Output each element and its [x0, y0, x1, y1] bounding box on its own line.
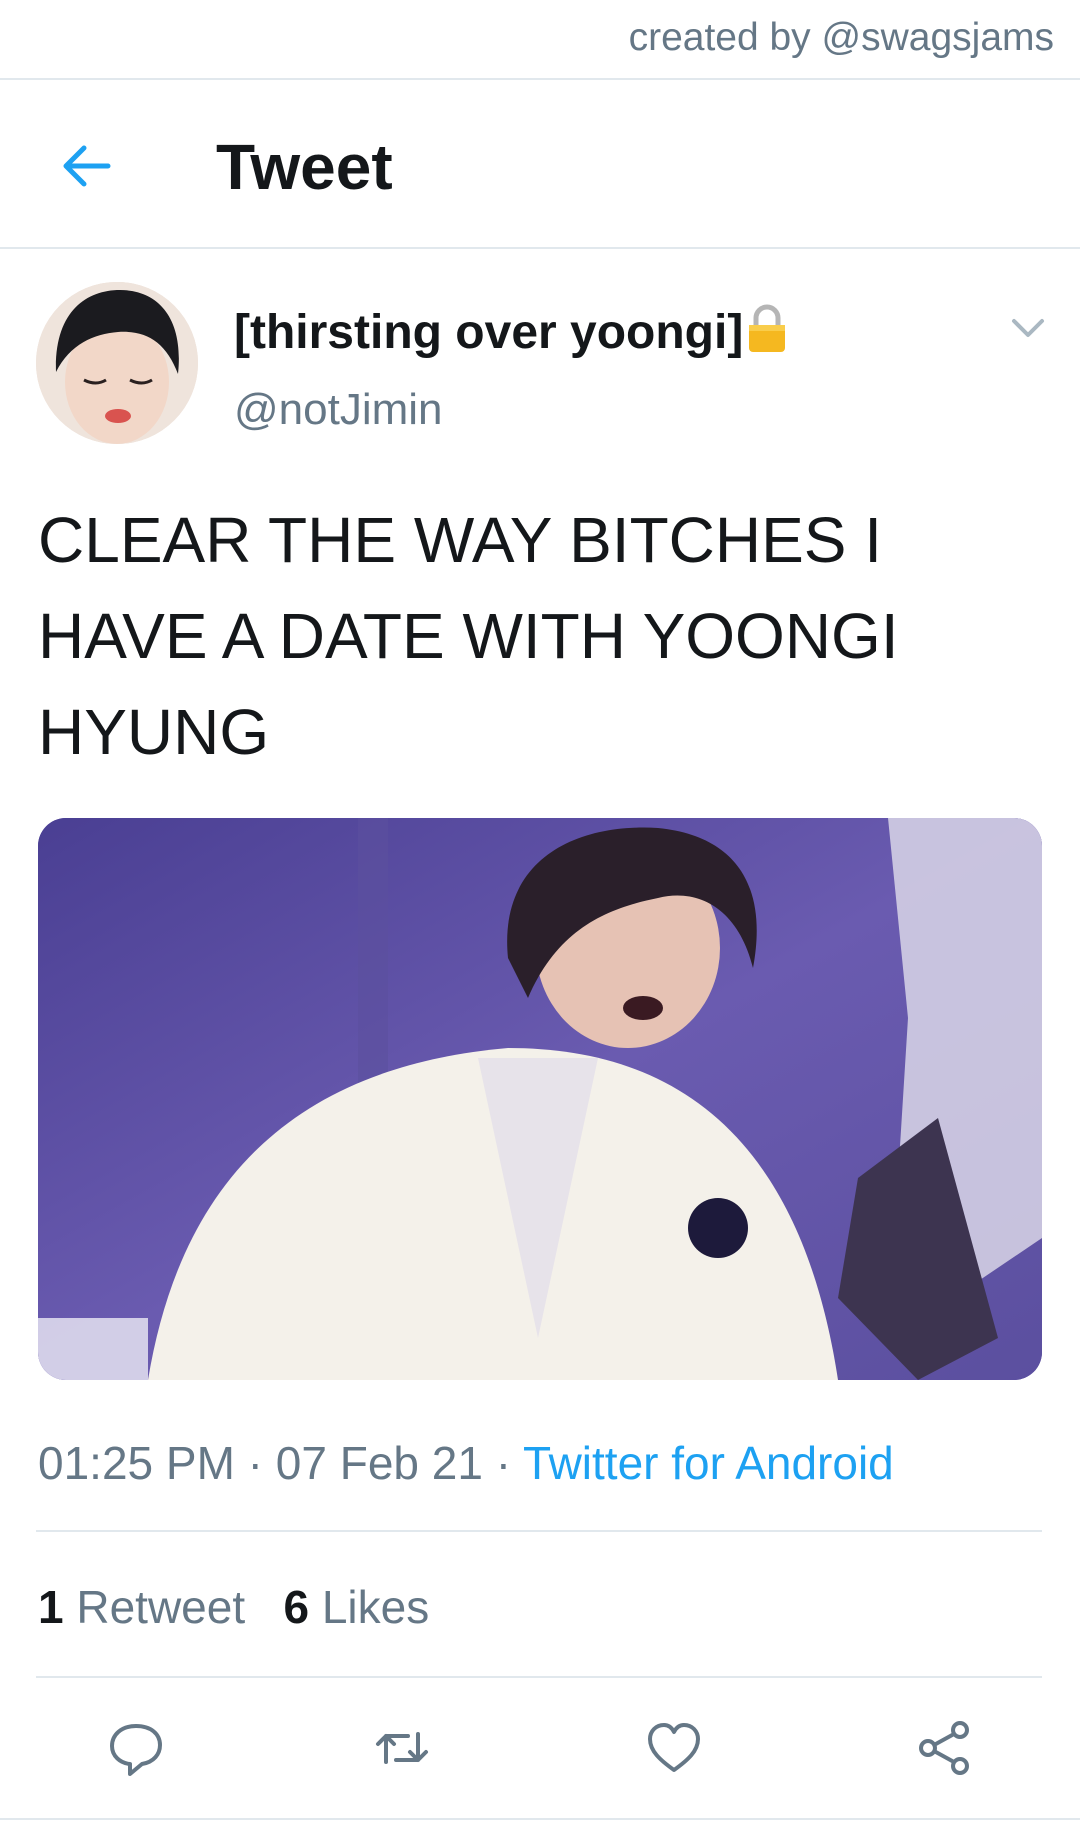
tweet-text-line: HAVE A DATE WITH YOONGI — [38, 600, 899, 672]
avatar-image — [36, 282, 198, 444]
appbar-divider — [0, 247, 1080, 249]
back-arrow-icon[interactable] — [58, 139, 112, 193]
media-illustration — [38, 818, 1042, 1380]
meta-divider — [36, 1530, 1042, 1532]
reply-icon[interactable] — [106, 1718, 166, 1778]
likes-label: Likes — [321, 1581, 430, 1633]
lock-icon — [749, 304, 786, 352]
tweet-media-image[interactable] — [38, 818, 1042, 1380]
tweet-text-line: HYUNG — [38, 696, 270, 768]
meta-dot: · — [482, 1437, 524, 1489]
tweet-time: 01:25 PM — [38, 1437, 235, 1489]
tweet-text: CLEAR THE WAY BITCHES I HAVE A DATE WITH… — [38, 492, 1048, 780]
likes-count: 6 — [283, 1581, 310, 1633]
tweet-text-line: CLEAR THE WAY BITCHES I — [38, 504, 883, 576]
user-handle[interactable]: @notJimin — [234, 385, 443, 435]
retweet-label: Retweet — [76, 1581, 246, 1633]
avatar[interactable] — [36, 282, 198, 444]
page-title: Tweet — [216, 131, 393, 203]
retweet-stat[interactable]: 1 Retweet — [38, 1581, 245, 1633]
tweet-stats: 1 Retweet 6 Likes — [38, 1580, 429, 1634]
stats-divider — [36, 1676, 1042, 1678]
retweet-icon[interactable] — [372, 1718, 432, 1778]
display-name-text: [thirsting over yoongi] — [234, 306, 744, 359]
actions-divider — [0, 1818, 1080, 1820]
tweet-date: 07 Feb 21 — [275, 1437, 483, 1489]
likes-stat[interactable]: 6 Likes — [283, 1581, 429, 1633]
header-divider — [0, 78, 1080, 80]
share-icon[interactable] — [914, 1718, 974, 1778]
meta-dot: · — [234, 1437, 276, 1489]
chevron-down-icon[interactable] — [1006, 306, 1050, 350]
creator-credit: created by @swagsjams — [628, 16, 1054, 59]
tweet-source-link[interactable]: Twitter for Android — [523, 1437, 894, 1489]
display-name[interactable]: [thirsting over yoongi] — [234, 304, 787, 360]
retweet-count: 1 — [38, 1581, 64, 1633]
heart-icon[interactable] — [644, 1718, 704, 1778]
tweet-meta: 01:25 PM · 07 Feb 21 · Twitter for Andro… — [38, 1436, 894, 1490]
